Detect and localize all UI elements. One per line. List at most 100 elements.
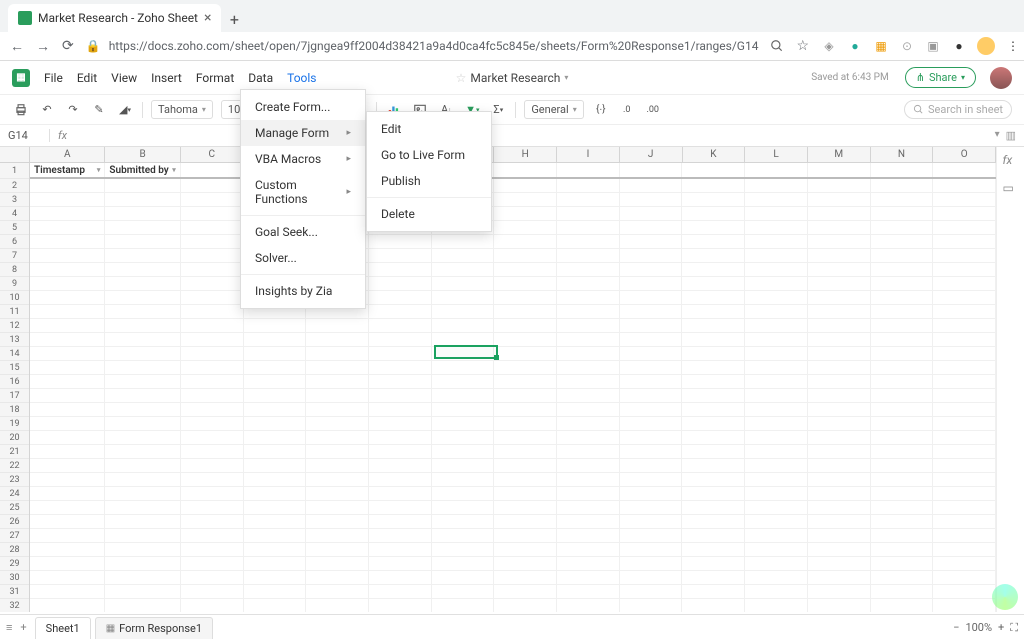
- cell-G9[interactable]: [432, 277, 495, 290]
- cell-H1[interactable]: [494, 163, 557, 177]
- cell-M29[interactable]: [808, 557, 871, 570]
- fx-icon[interactable]: fx: [50, 129, 75, 142]
- cell-A25[interactable]: [30, 501, 105, 514]
- cell-N30[interactable]: [871, 571, 934, 584]
- cell-F25[interactable]: [369, 501, 432, 514]
- cell-E26[interactable]: [306, 515, 369, 528]
- cell-H8[interactable]: [494, 263, 557, 276]
- cell-G6[interactable]: [432, 235, 495, 248]
- cell-J25[interactable]: [620, 501, 683, 514]
- cell-A20[interactable]: [30, 431, 105, 444]
- cell-L22[interactable]: [745, 459, 808, 472]
- cell-C32[interactable]: [181, 599, 244, 612]
- cell-H24[interactable]: [494, 487, 557, 500]
- cell-C23[interactable]: [181, 473, 244, 486]
- cell-A12[interactable]: [30, 319, 105, 332]
- cell-M6[interactable]: [808, 235, 871, 248]
- col-header-O[interactable]: O: [933, 147, 996, 162]
- cell-L18[interactable]: [745, 403, 808, 416]
- cell-O28[interactable]: [933, 543, 996, 556]
- cell-N18[interactable]: [871, 403, 934, 416]
- row-header-6[interactable]: 6: [0, 235, 29, 249]
- cell-G28[interactable]: [432, 543, 495, 556]
- cell-D13[interactable]: [244, 333, 307, 346]
- cell-N23[interactable]: [871, 473, 934, 486]
- paint-format-icon[interactable]: ✎: [90, 101, 108, 119]
- row-header-23[interactable]: 23: [0, 473, 29, 487]
- cell-L27[interactable]: [745, 529, 808, 542]
- col-header-J[interactable]: J: [620, 147, 683, 162]
- cell-K20[interactable]: [682, 431, 745, 444]
- cell-K3[interactable]: [682, 193, 745, 206]
- functions-icon[interactable]: Σ▾: [489, 101, 507, 119]
- cell-C10[interactable]: [181, 291, 244, 304]
- cell-C2[interactable]: [181, 179, 244, 192]
- cell-I26[interactable]: [557, 515, 620, 528]
- undo-icon[interactable]: ↶: [38, 101, 56, 119]
- menu-view[interactable]: View: [111, 71, 137, 85]
- cell-A5[interactable]: [30, 221, 105, 234]
- cell-G17[interactable]: [432, 389, 495, 402]
- cell-A2[interactable]: [30, 179, 105, 192]
- cell-H13[interactable]: [494, 333, 557, 346]
- cell-H22[interactable]: [494, 459, 557, 472]
- cell-H9[interactable]: [494, 277, 557, 290]
- cell-D26[interactable]: [244, 515, 307, 528]
- cell-J5[interactable]: [620, 221, 683, 234]
- cell-E27[interactable]: [306, 529, 369, 542]
- cell-J22[interactable]: [620, 459, 683, 472]
- cell-E14[interactable]: [306, 347, 369, 360]
- cell-J17[interactable]: [620, 389, 683, 402]
- row-header-10[interactable]: 10: [0, 291, 29, 305]
- cell-K7[interactable]: [682, 249, 745, 262]
- submenu-item-go-to-live-form[interactable]: Go to Live Form: [367, 142, 491, 168]
- cell-O14[interactable]: [933, 347, 996, 360]
- cell-H6[interactable]: [494, 235, 557, 248]
- cell-K5[interactable]: [682, 221, 745, 234]
- search-icon[interactable]: [770, 38, 784, 54]
- cell-A27[interactable]: [30, 529, 105, 542]
- cell-A1[interactable]: Timestamp▾: [30, 163, 105, 177]
- cell-A3[interactable]: [30, 193, 105, 206]
- cell-L28[interactable]: [745, 543, 808, 556]
- cell-M4[interactable]: [808, 207, 871, 220]
- cell-A9[interactable]: [30, 277, 105, 290]
- cell-C26[interactable]: [181, 515, 244, 528]
- cell-L25[interactable]: [745, 501, 808, 514]
- cell-K25[interactable]: [682, 501, 745, 514]
- cell-E25[interactable]: [306, 501, 369, 514]
- cell-A7[interactable]: [30, 249, 105, 262]
- cell-B15[interactable]: [105, 361, 180, 374]
- brackets-icon[interactable]: {∙}: [592, 101, 610, 119]
- cell-H5[interactable]: [494, 221, 557, 234]
- cell-C15[interactable]: [181, 361, 244, 374]
- cell-J9[interactable]: [620, 277, 683, 290]
- cell-J26[interactable]: [620, 515, 683, 528]
- cell-E30[interactable]: [306, 571, 369, 584]
- cell-I13[interactable]: [557, 333, 620, 346]
- cell-M13[interactable]: [808, 333, 871, 346]
- cell-L9[interactable]: [745, 277, 808, 290]
- cell-O4[interactable]: [933, 207, 996, 220]
- cell-M12[interactable]: [808, 319, 871, 332]
- cell-O1[interactable]: [933, 163, 996, 177]
- cell-A17[interactable]: [30, 389, 105, 402]
- cell-B22[interactable]: [105, 459, 180, 472]
- chevron-down-icon[interactable]: ▾: [564, 73, 568, 82]
- cell-K30[interactable]: [682, 571, 745, 584]
- cell-O15[interactable]: [933, 361, 996, 374]
- cell-O3[interactable]: [933, 193, 996, 206]
- cell-C28[interactable]: [181, 543, 244, 556]
- cell-H3[interactable]: [494, 193, 557, 206]
- cell-D16[interactable]: [244, 375, 307, 388]
- cell-L15[interactable]: [745, 361, 808, 374]
- select-all-corner[interactable]: [0, 147, 30, 163]
- cell-N2[interactable]: [871, 179, 934, 192]
- cell-N1[interactable]: [871, 163, 934, 177]
- cell-E32[interactable]: [306, 599, 369, 612]
- cell-H7[interactable]: [494, 249, 557, 262]
- cell-A4[interactable]: [30, 207, 105, 220]
- cell-I24[interactable]: [557, 487, 620, 500]
- row-header-1[interactable]: 1: [0, 163, 29, 179]
- cell-E24[interactable]: [306, 487, 369, 500]
